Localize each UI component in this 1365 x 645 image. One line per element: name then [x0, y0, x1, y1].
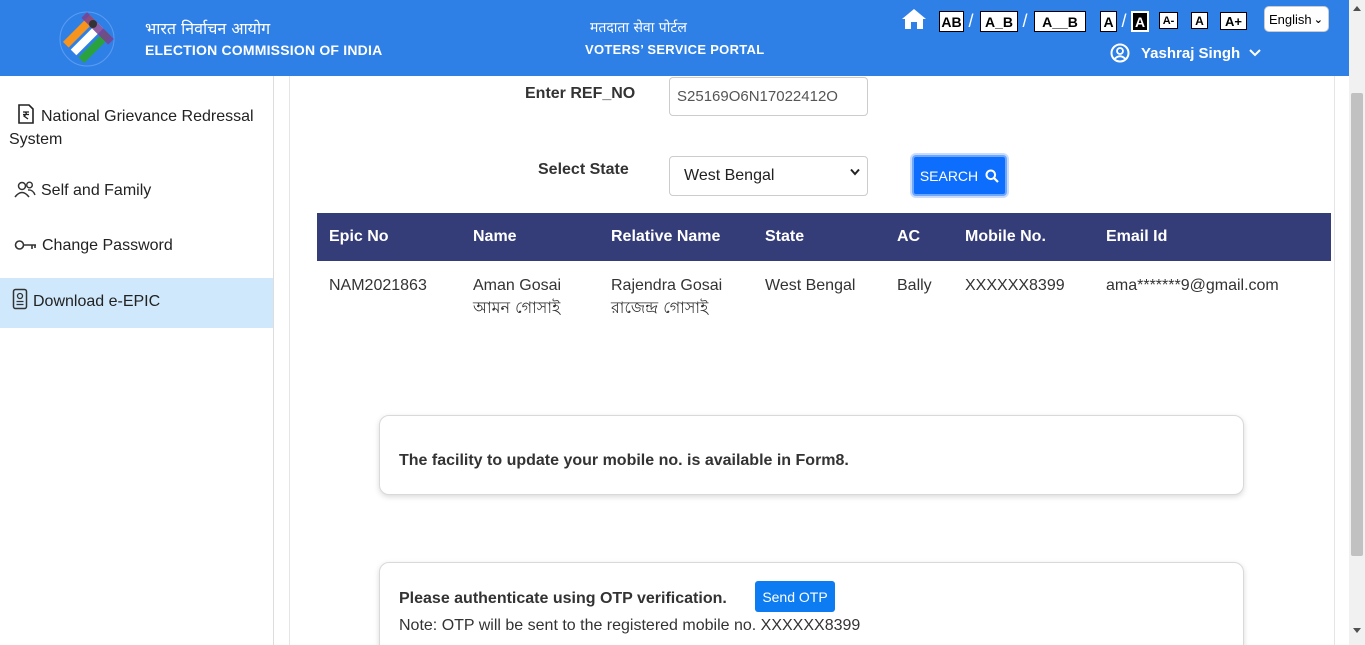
user-name: Yashraj Singh: [1141, 44, 1241, 62]
sidebar: National Grievance Redressal System Self…: [0, 76, 274, 645]
search-button[interactable]: SEARCH: [912, 155, 1007, 196]
spacing-large-button[interactable]: A__B: [1034, 11, 1086, 32]
language-value: English: [1269, 11, 1312, 27]
column-header: Mobile No.: [965, 228, 1046, 245]
separator: /: [1121, 11, 1127, 31]
table-header: Epic No Name Relative Name State AC Mobi…: [317, 213, 1331, 261]
column-header: State: [765, 228, 805, 245]
mobile-update-card: The facility to update your mobile no. i…: [379, 415, 1244, 495]
column-header: Epic No: [329, 228, 389, 245]
ref-no-label: Enter REF_NO: [525, 85, 636, 102]
search-icon: [985, 169, 999, 183]
sidebar-item-label: Self and Family: [41, 182, 152, 199]
sidebar-item-grievance[interactable]: National Grievance Redressal System: [0, 104, 273, 151]
relative-name-bengali: রাজেন্দ্র গোসাই: [611, 298, 709, 317]
portal-name-english: VOTERS’ SERVICE PORTAL: [585, 42, 765, 57]
relative-name-english: Rajendra Gosai: [611, 277, 723, 294]
state-value: West Bengal: [684, 167, 775, 184]
relative-name-cell: Rajendra Gosai রাজেন্দ্র গোসাই: [611, 275, 722, 319]
org-name-hindi: भारत निर्वाचन आयोग: [145, 19, 271, 38]
state-cell: West Bengal: [765, 277, 856, 294]
column-header: Name: [473, 228, 517, 245]
key-icon: [14, 240, 36, 250]
sidebar-item-label: Change Password: [42, 237, 173, 254]
font-normal-button[interactable]: A: [1191, 12, 1208, 29]
org-name-english: ELECTION COMMISSION OF INDIA: [145, 42, 383, 58]
chevron-down-icon: ⌄: [1313, 14, 1323, 26]
name-bengali: আমন গোসাই: [473, 298, 561, 317]
results-table: Epic No Name Relative Name State AC Mobi…: [317, 213, 1331, 317]
scroll-down-arrow-icon[interactable]: [1352, 627, 1362, 635]
chevron-down-icon: [850, 168, 860, 176]
light-contrast-button[interactable]: A: [1100, 11, 1117, 32]
column-header: AC: [897, 228, 921, 245]
sidebar-item-self-family[interactable]: Self and Family: [0, 180, 273, 202]
separator: /: [968, 11, 974, 31]
dark-contrast-button[interactable]: A: [1131, 11, 1149, 32]
column-header: Relative Name: [611, 228, 721, 245]
document-rupee-icon: [18, 104, 34, 124]
scrollbar-thumb[interactable]: [1351, 93, 1363, 556]
mobile-update-text: The facility to update your mobile no. i…: [399, 452, 849, 469]
font-increase-button[interactable]: A+: [1220, 12, 1247, 30]
page-scrollbar[interactable]: [1349, 0, 1365, 645]
font-decrease-button[interactable]: A-: [1159, 12, 1178, 29]
mobile-cell: XXXXXX8399: [965, 277, 1065, 294]
otp-note-text: Note: OTP will be sent to the registered…: [399, 617, 861, 634]
send-otp-button[interactable]: Send OTP: [755, 581, 835, 612]
people-icon: [14, 181, 36, 198]
language-select[interactable]: English ⌄: [1264, 6, 1329, 32]
user-circle-icon: [1110, 43, 1130, 63]
spacing-medium-button[interactable]: A_B: [980, 11, 1018, 32]
sidebar-item-change-password[interactable]: Change Password: [0, 235, 273, 257]
ref-no-input[interactable]: S25169O6N17022412O: [669, 77, 868, 116]
name-english: Aman Gosai: [473, 277, 562, 294]
name-cell: Aman Gosai আমন গোসাই: [473, 275, 561, 319]
table-row[interactable]: NAM2021863 Aman Gosai আমন গোসাই Rajendra…: [317, 275, 1331, 335]
sidebar-item-download-epic[interactable]: Download e-EPIC: [0, 278, 273, 328]
search-button-label: SEARCH: [919, 167, 979, 184]
home-icon[interactable]: [901, 7, 927, 31]
eci-logo-icon: [59, 11, 115, 67]
sidebar-item-label: National Grievance Redressal System: [9, 108, 254, 148]
state-select[interactable]: West Bengal: [669, 156, 868, 196]
id-card-icon: [12, 288, 28, 310]
top-header: भारत निर्वाचन आयोग ELECTION COMMISSION O…: [0, 0, 1349, 76]
ac-cell: Bally: [897, 277, 932, 294]
sidebar-item-label: Download e-EPIC: [33, 293, 161, 310]
epic-no-cell: NAM2021863: [329, 277, 427, 294]
user-menu[interactable]: Yashraj Singh: [1110, 43, 1261, 63]
scroll-up-arrow-icon[interactable]: [1352, 4, 1362, 12]
portal-name-hindi: मतदाता सेवा पोर्टल: [590, 20, 687, 36]
otp-prompt-text: Please authenticate using OTP verificati…: [399, 590, 727, 607]
separator: /: [1022, 11, 1028, 31]
email-cell: ama*******9@gmail.com: [1106, 277, 1279, 294]
column-header: Email Id: [1106, 228, 1168, 245]
chevron-down-icon: [1249, 49, 1261, 57]
spacing-normal-button[interactable]: AB: [939, 11, 964, 32]
state-label: Select State: [538, 161, 629, 178]
